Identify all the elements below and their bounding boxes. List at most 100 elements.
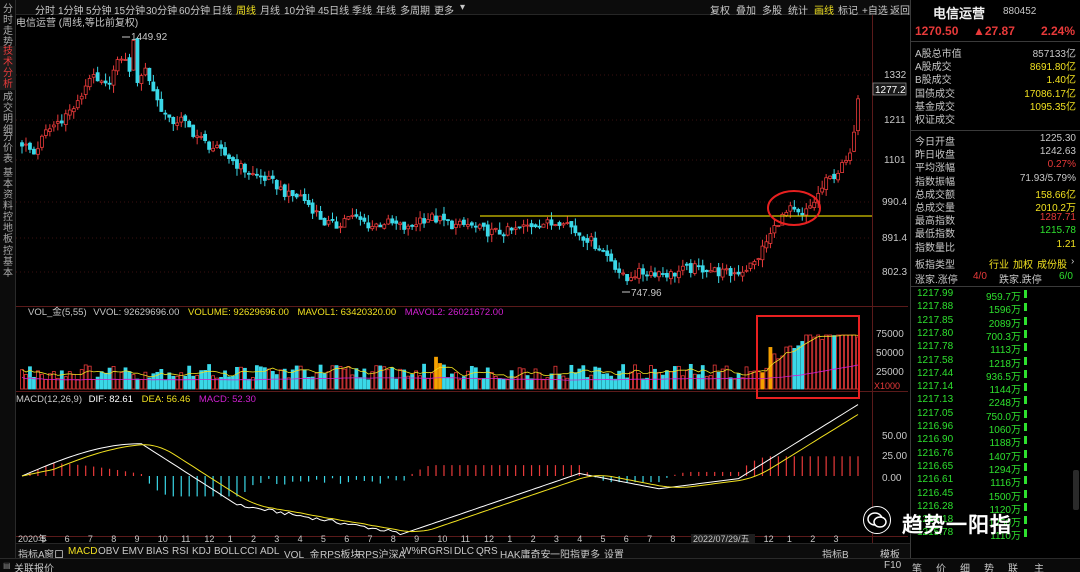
chevron-right-icon[interactable]: › [1071,256,1074,267]
linked-quote-label[interactable]: 关联报价 [14,560,54,572]
board-type-weighted[interactable]: 加权 [1013,256,1033,271]
macd-tick: 0.00 [882,473,902,484]
date-tick: 11 [181,534,190,543]
f10-button[interactable]: F10 [884,560,901,571]
date-tick: 7 [88,534,93,543]
tab-intraday[interactable]: 分时走势 [0,4,16,48]
date-tick: 5 [601,534,606,543]
indicator-rsi[interactable]: RSI [172,546,189,557]
date-tick: 12 [764,534,774,543]
tick-row[interactable]: 1217.14 1144万 [911,381,1080,396]
date-tick: 8 [670,534,675,543]
date-tick: 11 [461,534,470,543]
tick-list-scrollbar[interactable] [1073,470,1079,510]
indicator-adl[interactable]: ADL [260,546,279,557]
current-price-tag: 1277.2 [875,85,906,96]
price-tick: 1101 [884,155,906,166]
volume-unit: X1000 [874,381,900,391]
tick-row[interactable]: 1216.65 1294万 [911,461,1080,476]
date-tick: 2 [251,534,256,543]
tab-fundamentals[interactable]: 基本资料 [0,168,16,212]
quote-field: 平均涨幅 0.27% [915,159,1076,175]
tick-row[interactable]: 1217.78 1113万 [911,341,1080,356]
wechat-icon [863,506,891,534]
date-tick: 10 [158,534,168,543]
volume-tick: 50000 [876,348,904,359]
indicator-macd[interactable]: MACD [68,546,97,557]
date-tick: 7 [647,534,652,543]
date-tick: 10 [437,534,447,543]
macd-tick: 50.00 [882,431,907,442]
status-btn-jia[interactable]: 价 [936,560,946,572]
date-tick: 12 [484,534,494,543]
indicator-kdj[interactable]: KDJ [192,546,211,557]
status-btn-bi[interactable]: 笔 [912,560,922,572]
price-tick: 1332 [884,70,907,81]
tick-row[interactable]: 1217.85 2089万 [911,315,1080,330]
advance-decline-row: 涨家.涨停 4/0 跌家.跌停 6/0 [915,271,1073,286]
indicator-bias[interactable]: BIAS [146,546,169,557]
status-btn-lian[interactable]: 联 [1008,560,1018,572]
high-label: 1449.92 [131,32,168,43]
date-tick: 5 [321,534,326,543]
tick-row[interactable]: 1217.05 750.0万 [911,408,1080,423]
tab-price-table[interactable]: 分价表 [0,132,16,166]
date-tick: 1 [228,534,233,543]
tick-row[interactable]: 1217.58 1218万 [911,355,1080,370]
period-toolbar: 分时 1分钟 5分钟 15分钟 30分钟 60分钟 日线 周线 月线 10分钟 … [16,0,910,17]
last-price: 1270.50 [915,24,959,38]
volume-header: VOL_金(5,55) VVOL: 92629696.00 VOLUME: 92… [28,306,503,318]
quote-field: 最高指数 1287.71 [915,212,1076,228]
date-tick: 6 [624,534,629,543]
tick-row[interactable]: 1216.45 1500万 [911,488,1080,503]
tick-row[interactable]: 1216.76 1407万 [911,448,1080,463]
status-btn-shi[interactable]: 势 [984,560,994,572]
tick-list[interactable]: 1217.99 959.7万 1217.88 1596万 1217.85 2089万 121… [911,288,1080,544]
date-tick: 2 [531,534,536,543]
tick-row[interactable]: 1217.88 1596万 [911,301,1080,316]
tick-row[interactable]: 1217.80 700.3万 [911,328,1080,343]
tab-technical-analysis[interactable]: 技术分析 [0,46,16,90]
quote-field: 最低指数 1215.78 [915,225,1076,241]
tick-row[interactable]: 1217.99 959.7万 [911,288,1080,303]
chevron-down-icon[interactable]: ▾ [460,2,465,13]
status-bar: ▤ 关联报价 F10 笔 价 细 势 联 主 [0,558,1080,572]
quote-field: 总成交额 158.66亿 [915,189,1076,201]
board-type-industry[interactable]: 行业 [989,256,1009,271]
tab-trade-details[interactable]: 成交明细 [0,92,16,136]
volume-tick: 75000 [876,329,904,340]
tick-row[interactable]: 1216.61 1116万 [911,474,1080,489]
date-tick: 2 [810,534,815,543]
indicator-dlc[interactable]: DLC [454,546,474,557]
tab-control-basic[interactable]: 控基本 [0,246,16,280]
date-tick: 3 [554,534,559,543]
date-tick: 1 [507,534,512,543]
date-tick: 1 [787,534,792,543]
tick-row[interactable]: 1216.90 1188万 [911,434,1080,449]
indicator-grsi[interactable]: GRSI [428,546,452,557]
main-chart-title: 电信运营 (周线,等比前复权) [16,16,138,29]
tick-row[interactable]: 1216.96 1060万 [911,421,1080,436]
status-btn-xi[interactable]: 细 [960,560,970,572]
date-tick: 4 [577,534,582,543]
indicator-wr[interactable]: W%R [402,546,428,557]
board-type-components[interactable]: 成份股 [1037,256,1067,271]
watermark-text: 趋势一阳指 [902,514,1012,537]
indicator-emv[interactable]: EMV [122,546,144,557]
date-tick: 6 [344,534,349,543]
chart-area[interactable]: 2020年56789101112123456789101112123456789… [16,15,908,543]
tab-control-floor[interactable]: 控地板 [0,212,16,246]
status-btn-zhu[interactable]: 主 [1034,560,1044,572]
quote-field: 国债成交 17086.17亿 [915,88,1076,100]
tick-row[interactable]: 1217.44 936.5万 [911,368,1080,383]
indicator-boll[interactable]: BOLL [214,546,240,557]
indicator-obv[interactable]: OBV [98,546,119,557]
tick-row[interactable]: 1217.13 2248万 [911,394,1080,409]
date-tick: 3 [274,534,279,543]
menu-icon[interactable]: ▤ [3,561,11,570]
quote-field: B股成交 1.40亿 [915,75,1076,87]
indicator-qrs[interactable]: QRS [476,546,498,557]
price-change: ▲27.87 [973,24,1015,38]
indicator-cci[interactable]: CCI [240,546,257,557]
date-tick: 12 [204,534,214,543]
